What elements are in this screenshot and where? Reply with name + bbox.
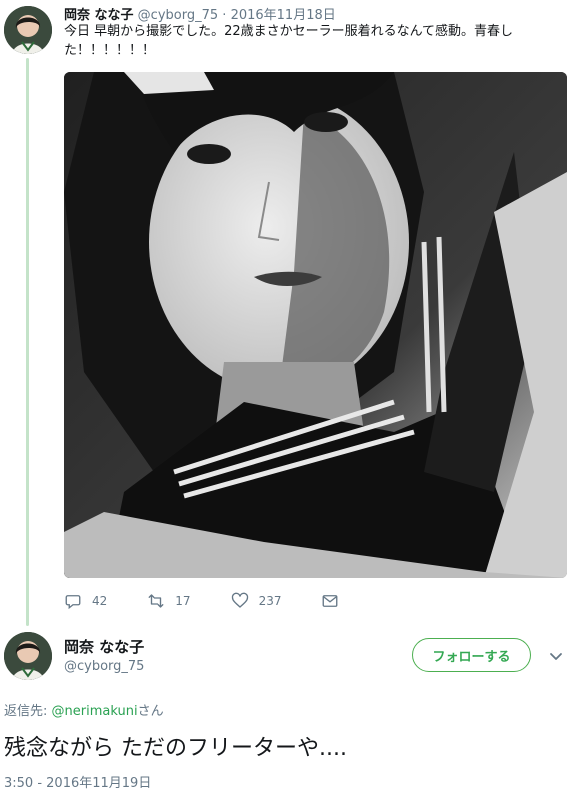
- author-name[interactable]: 岡奈 なな子: [64, 8, 134, 23]
- tweet-text: 残念ながら ただのフリーターや....: [4, 736, 347, 761]
- like-button[interactable]: 237: [231, 592, 282, 610]
- reply-count: 42: [92, 594, 108, 608]
- avatar[interactable]: [4, 632, 52, 680]
- reply-button[interactable]: 42: [64, 592, 107, 610]
- reply-icon: [65, 595, 81, 610]
- chevron-down-icon[interactable]: [548, 648, 564, 664]
- tweet-actions: 42 17 237: [64, 590, 389, 612]
- reply-context: 返信先: @nerimakuniさん: [4, 700, 164, 719]
- reply-mention-link[interactable]: @nerimakuni: [52, 704, 138, 719]
- tweet-photo[interactable]: [64, 72, 567, 578]
- tweet-header: 岡奈 なな子 @cyborg_75 · 2016年11月18日: [64, 4, 336, 23]
- reply-prefix: 返信先:: [4, 704, 52, 719]
- tweet-text: 今日 早朝から撮影でした。22歳まさかセーラー服着れるなんて感動。青春した！！！…: [64, 24, 514, 58]
- thread-connector-line: [26, 58, 29, 626]
- author-handle[interactable]: @cyborg_75: [64, 659, 144, 674]
- tweet-timestamp[interactable]: 3:50 - 2016年11月19日: [4, 772, 151, 791]
- reply-suffix: さん: [137, 704, 164, 719]
- retweet-icon: [148, 594, 164, 608]
- author-handle[interactable]: @cyborg_75: [138, 8, 218, 23]
- retweet-count: 17: [175, 594, 191, 608]
- follow-button[interactable]: フォローする: [412, 638, 531, 672]
- tweet-date[interactable]: 2016年11月18日: [231, 8, 336, 23]
- like-count: 237: [258, 594, 282, 608]
- retweet-button[interactable]: 17: [147, 592, 191, 610]
- like-icon: [231, 592, 248, 608]
- separator-dot: ·: [222, 8, 227, 23]
- direct-message-button[interactable]: [321, 592, 349, 610]
- avatar[interactable]: [4, 6, 52, 54]
- message-icon: [323, 595, 338, 607]
- author-name[interactable]: 岡奈 なな子: [64, 636, 144, 657]
